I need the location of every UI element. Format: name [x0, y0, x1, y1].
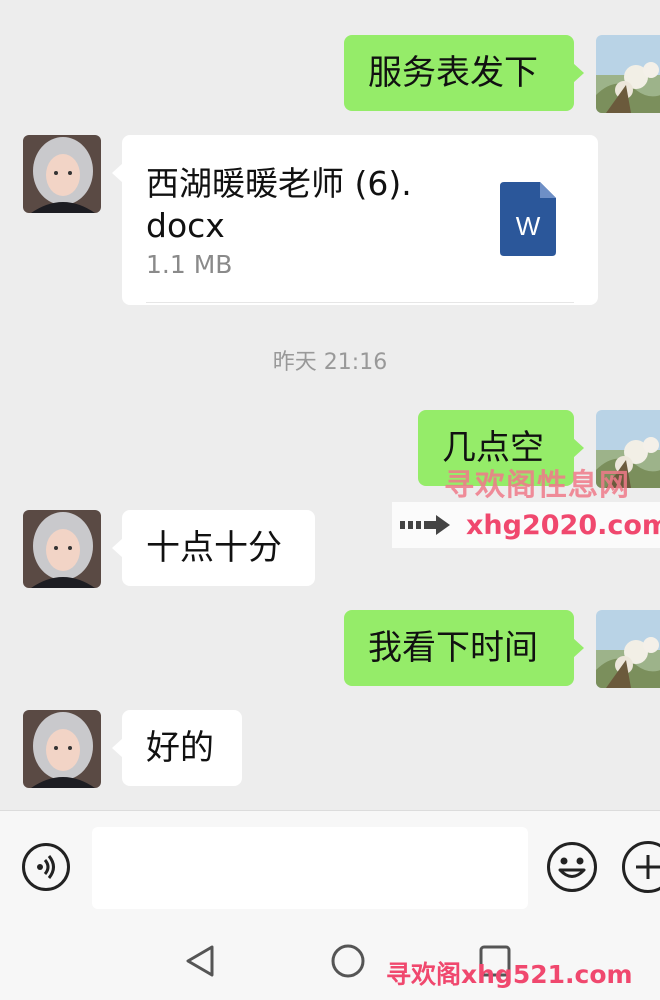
- message-input[interactable]: [92, 827, 528, 909]
- girl-avatar-image: [23, 710, 101, 788]
- message-text: 好的: [146, 728, 214, 768]
- file-size: 1.1 MB: [146, 250, 233, 279]
- back-triangle-icon[interactable]: [184, 944, 216, 978]
- chat-area: 服务表发下 西湖暖暖老师 (6). docx 1.1 MB W 昨天 21:16…: [0, 0, 660, 810]
- sent-message-bubble[interactable]: 我看下时间: [344, 610, 584, 686]
- my-avatar[interactable]: [596, 610, 660, 688]
- word-icon: W: [500, 182, 556, 256]
- message-text: 服务表发下: [368, 53, 538, 93]
- emoji-icon[interactable]: [546, 841, 598, 893]
- message-text: 十点十分: [146, 528, 282, 568]
- watermark-url: xhg2020.com: [466, 510, 660, 541]
- contact-avatar[interactable]: [23, 510, 101, 588]
- girl-avatar-image: [23, 135, 101, 213]
- word-icon-letter: W: [516, 211, 541, 241]
- message-text: 我看下时间: [368, 628, 538, 668]
- watermark-bottom: 寻欢阁xhg521.com: [386, 960, 633, 989]
- plus-icon[interactable]: [622, 841, 660, 893]
- message-timestamp: 昨天 21:16: [272, 350, 388, 375]
- received-message-bubble[interactable]: 十点十分: [112, 510, 315, 586]
- home-circle-icon[interactable]: [331, 944, 365, 978]
- sent-message-bubble[interactable]: 服务表发下: [344, 35, 584, 111]
- voice-icon[interactable]: [22, 843, 70, 891]
- landscape-avatar-image: [596, 35, 660, 113]
- received-message-bubble[interactable]: 好的: [112, 710, 242, 786]
- file-message-card[interactable]: 西湖暖暖老师 (6). docx 1.1 MB W: [112, 135, 598, 305]
- file-name: 西湖暖暖老师 (6). docx: [146, 164, 412, 245]
- watermark-arrow-icon: [400, 515, 450, 535]
- watermark-text: 寻欢阁性息网: [444, 468, 630, 503]
- my-avatar[interactable]: [596, 35, 660, 113]
- girl-avatar-image: [23, 510, 101, 588]
- landscape-avatar-image: [596, 610, 660, 688]
- contact-avatar[interactable]: [23, 710, 101, 788]
- contact-avatar[interactable]: [23, 135, 101, 213]
- chat-input-bar: [0, 810, 660, 921]
- file-divider: [146, 302, 574, 303]
